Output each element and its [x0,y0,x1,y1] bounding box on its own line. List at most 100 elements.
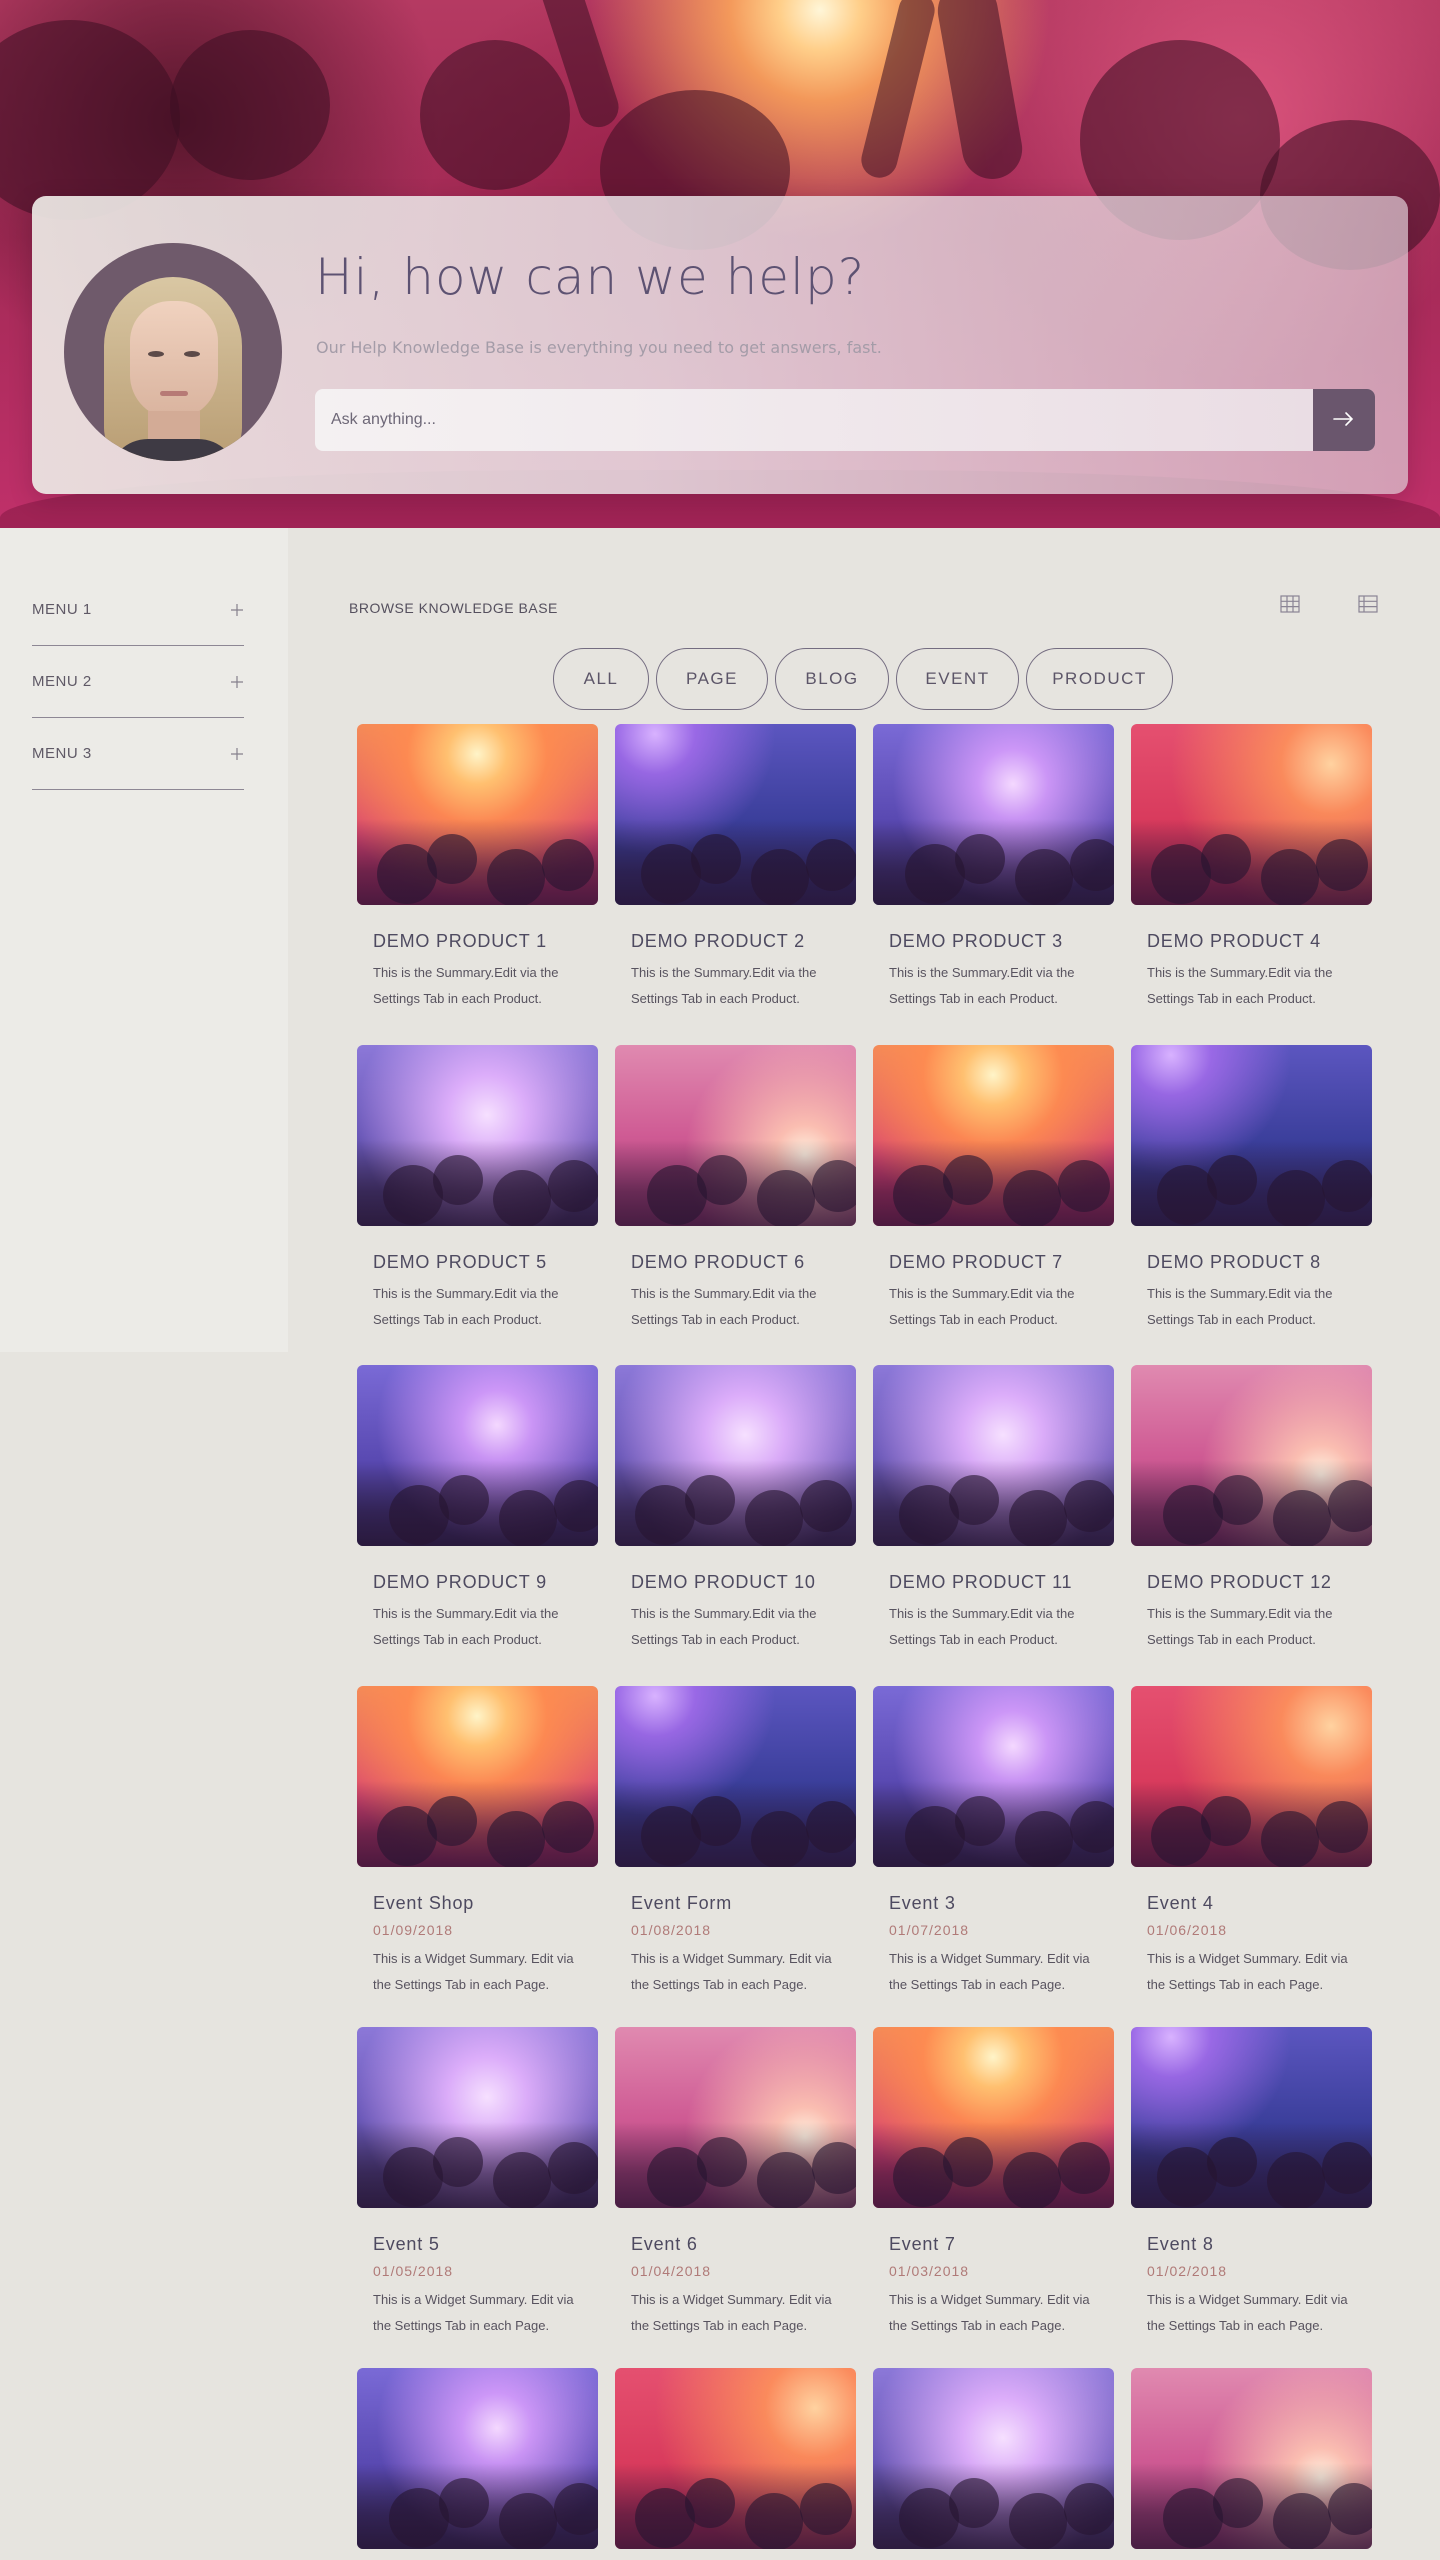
card-thumbnail[interactable] [873,724,1114,905]
crowd-shade [615,1781,856,1867]
card-thumbnail[interactable] [357,1365,598,1546]
content-card[interactable]: DEMO PRODUCT 1 This is the Summary.Edit v… [357,724,598,1012]
filter-blog-button[interactable]: BLOG [775,648,889,710]
card-title[interactable]: DEMO PRODUCT 3 [889,931,1114,952]
sidebar: MENU 1 MENU 2 MENU 3 [0,528,288,1352]
crowd-shade [357,1460,598,1546]
card-summary: This is the Summary.Edit via the Setting… [373,965,559,1006]
crowd-shade [873,2463,1114,2549]
crowd-shade [1131,2122,1372,2208]
card-title[interactable]: DEMO PRODUCT 11 [889,1572,1114,1593]
card-title[interactable]: Event Form [631,1893,856,1914]
content-card[interactable]: Event 6 01/04/2018 This is a Widget Summar… [615,2027,856,2339]
grid-view-icon[interactable] [1280,594,1300,614]
card-thumbnail[interactable] [357,1045,598,1226]
card-title[interactable]: Event 4 [1147,1893,1372,1914]
card-title[interactable]: DEMO PRODUCT 4 [1147,931,1372,952]
card-thumbnail[interactable] [1131,1365,1372,1546]
card-title[interactable]: Event 6 [631,2234,856,2255]
plus-icon[interactable] [230,742,244,766]
card-title[interactable]: DEMO PRODUCT 12 [1147,1572,1372,1593]
content-card[interactable]: Event Shop 01/09/2018 This is a Widget Sum… [357,1686,598,1998]
content-card[interactable] [615,2368,856,2549]
content-card[interactable]: Event 7 01/03/2018 This is a Widget Summar… [873,2027,1114,2339]
card-thumbnail[interactable] [615,724,856,905]
card-summary: This is a Widget Summary. Edit via the S… [1147,2292,1348,2333]
card-thumbnail[interactable] [615,2027,856,2208]
content-card[interactable]: DEMO PRODUCT 9 This is the Summary.Edit v… [357,1365,598,1653]
card-thumbnail[interactable] [873,2368,1114,2549]
card-thumbnail[interactable] [357,724,598,905]
content-card[interactable]: Event 5 01/05/2018 This is a Widget Summar… [357,2027,598,2339]
content-card[interactable] [357,2368,598,2549]
sidebar-item-menu-2[interactable]: MENU 2 [32,646,244,718]
content-card[interactable]: Event 4 01/06/2018 This is a Widget Summar… [1131,1686,1372,1998]
card-thumbnail[interactable] [873,1686,1114,1867]
plus-icon[interactable] [230,670,244,694]
card-thumbnail[interactable] [615,1686,856,1867]
card-title[interactable]: Event 7 [889,2234,1114,2255]
content-card[interactable]: DEMO PRODUCT 5 This is the Summary.Edit v… [357,1045,598,1333]
sidebar-item-menu-3[interactable]: MENU 3 [32,718,244,790]
content-card[interactable]: DEMO PRODUCT 11 This is the Summary.Edit … [873,1365,1114,1653]
content-card[interactable]: DEMO PRODUCT 3 This is the Summary.Edit v… [873,724,1114,1012]
card-title[interactable]: DEMO PRODUCT 1 [373,931,598,952]
content-card[interactable]: Event Form 01/08/2018 This is a Widget Sum… [615,1686,856,1998]
card-summary: This is a Widget Summary. Edit via the S… [1147,1951,1348,1992]
filter-product-button[interactable]: PRODUCT [1026,648,1173,710]
crowd-shade [615,819,856,905]
filter-page-button[interactable]: PAGE [656,648,768,710]
content-card[interactable]: Event 3 01/07/2018 This is a Widget Summar… [873,1686,1114,1998]
content-card[interactable]: DEMO PRODUCT 2 This is the Summary.Edit v… [615,724,856,1012]
card-title[interactable]: DEMO PRODUCT 2 [631,931,856,952]
plus-icon[interactable] [230,598,244,622]
card-title[interactable]: DEMO PRODUCT 6 [631,1252,856,1273]
card-thumbnail[interactable] [357,2027,598,2208]
card-title[interactable]: DEMO PRODUCT 10 [631,1572,856,1593]
card-thumbnail[interactable] [873,2027,1114,2208]
card-title[interactable]: Event 3 [889,1893,1114,1914]
card-summary: This is the Summary.Edit via the Setting… [373,1606,559,1647]
content-card[interactable]: DEMO PRODUCT 4 This is the Summary.Edit v… [1131,724,1372,1012]
card-thumbnail[interactable] [357,1686,598,1867]
content-card[interactable]: DEMO PRODUCT 7 This is the Summary.Edit v… [873,1045,1114,1333]
filter-all-button[interactable]: ALL [553,648,649,710]
content-card[interactable] [873,2368,1114,2549]
card-thumbnail[interactable] [357,2368,598,2549]
content-card[interactable]: DEMO PRODUCT 6 This is the Summary.Edit v… [615,1045,856,1333]
card-title[interactable]: Event Shop [373,1893,598,1914]
content-card[interactable]: Event 8 01/02/2018 This is a Widget Summar… [1131,2027,1372,2339]
card-thumbnail[interactable] [873,1045,1114,1226]
card-summary: This is the Summary.Edit via the Setting… [889,1286,1075,1327]
crowd-shade [615,1140,856,1226]
search-submit-button[interactable] [1313,389,1375,451]
sidebar-item-menu-1[interactable]: MENU 1 [32,574,244,646]
search-input[interactable] [315,389,1313,451]
content-card[interactable]: DEMO PRODUCT 12 This is the Summary.Edit … [1131,1365,1372,1653]
card-summary: This is a Widget Summary. Edit via the S… [631,1951,832,1992]
card-title[interactable]: DEMO PRODUCT 7 [889,1252,1114,1273]
card-thumbnail[interactable] [615,1365,856,1546]
content-card[interactable]: DEMO PRODUCT 10 This is the Summary.Edit … [615,1365,856,1653]
card-title[interactable]: DEMO PRODUCT 5 [373,1252,598,1273]
card-date: 01/05/2018 [373,2263,454,2279]
card-thumbnail[interactable] [615,1045,856,1226]
card-thumbnail[interactable] [873,1365,1114,1546]
card-thumbnail[interactable] [1131,1045,1372,1226]
card-thumbnail[interactable] [1131,2027,1372,2208]
card-title[interactable]: Event 8 [1147,2234,1372,2255]
card-thumbnail[interactable] [1131,724,1372,905]
card-summary: This is the Summary.Edit via the Setting… [1147,965,1333,1006]
card-title[interactable]: Event 5 [373,2234,598,2255]
list-view-icon[interactable] [1358,594,1378,614]
card-thumbnail[interactable] [1131,1686,1372,1867]
filter-event-button[interactable]: EVENT [896,648,1019,710]
crowd-shade [357,2463,598,2549]
card-title[interactable]: DEMO PRODUCT 9 [373,1572,598,1593]
card-title[interactable]: DEMO PRODUCT 8 [1147,1252,1372,1273]
card-thumbnail[interactable] [615,2368,856,2549]
card-summary: This is the Summary.Edit via the Setting… [889,965,1075,1006]
content-card[interactable] [1131,2368,1372,2549]
content-card[interactable]: DEMO PRODUCT 8 This is the Summary.Edit v… [1131,1045,1372,1333]
card-thumbnail[interactable] [1131,2368,1372,2549]
